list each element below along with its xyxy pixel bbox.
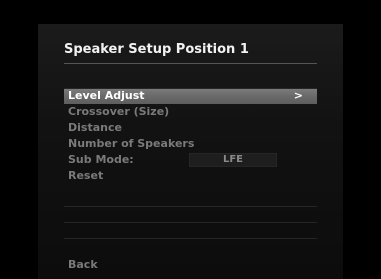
row-divider [64,238,317,239]
row-divider [64,88,317,89]
menu-item-label: Crossover (Size) [68,105,170,118]
chevron-right-icon: > [293,89,303,102]
row-divider [64,222,317,223]
menu-item-label: Level Adjust [68,89,145,102]
speaker-setup-menu: Level Adjust > Crossover (Size) Distance… [64,88,317,184]
sub-mode-value[interactable]: LFE [189,153,277,167]
title-divider [64,63,317,64]
menu-item-label: Sub Mode: [68,153,134,166]
back-button[interactable]: Back [68,258,98,272]
menu-item-label: Distance [68,121,122,134]
menu-item-label: Reset [68,169,104,182]
menu-item-crossover[interactable]: Crossover (Size) [64,104,317,120]
menu-item-reset[interactable]: Reset [64,168,317,184]
menu-item-label: Number of Speakers [68,137,195,150]
menu-item-distance[interactable]: Distance [64,120,317,136]
osd-screen: Speaker Setup Position 1 Level Adjust > … [0,0,381,279]
page-title: Speaker Setup Position 1 [64,42,249,57]
row-divider [64,206,317,207]
menu-item-number-of-speakers[interactable]: Number of Speakers [64,136,317,152]
menu-item-sub-mode[interactable]: Sub Mode: LFE [64,152,317,168]
menu-item-level-adjust[interactable]: Level Adjust > [64,88,317,104]
